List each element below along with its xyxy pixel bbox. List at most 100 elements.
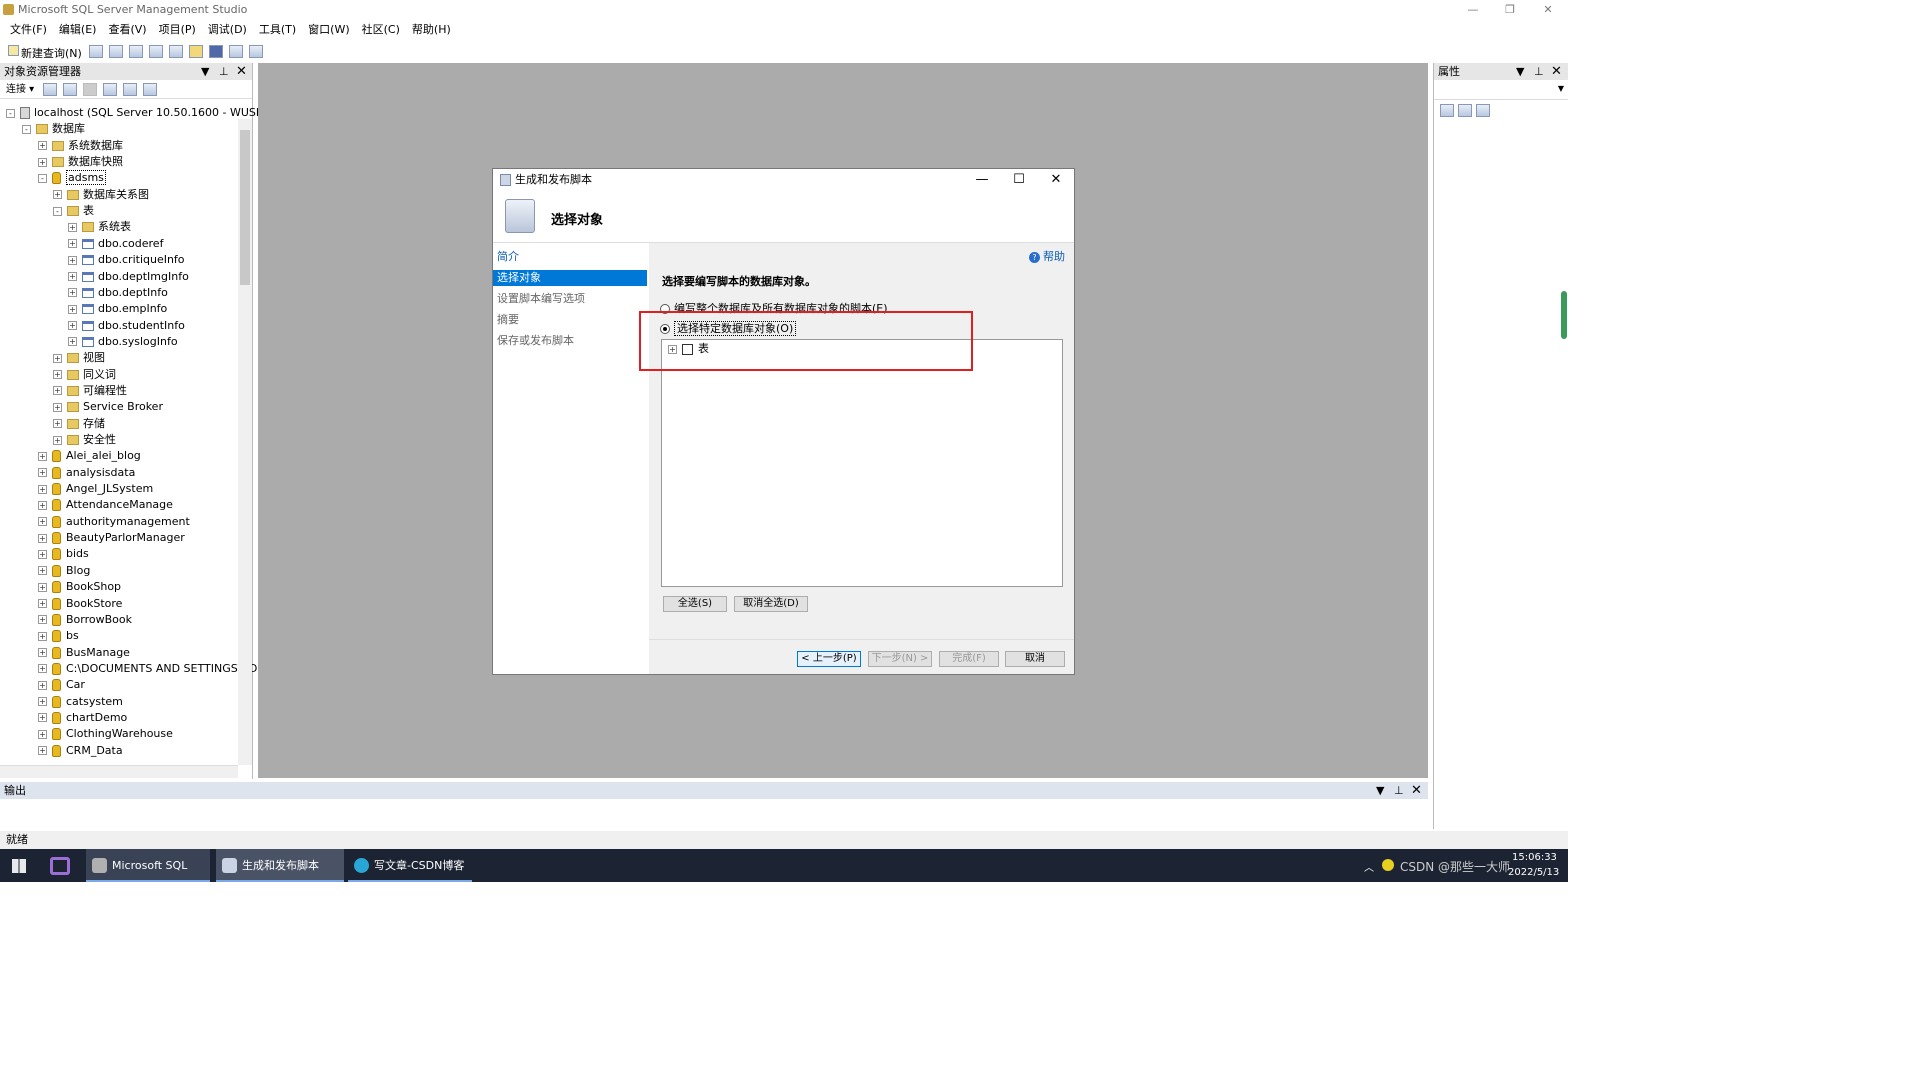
close-panel-icon[interactable]: ✕	[236, 63, 247, 80]
disconnect-icon[interactable]	[63, 83, 78, 96]
cancel-button[interactable]: 取消	[1005, 651, 1065, 667]
tree-folder-item[interactable]: + Service Broker	[53, 399, 163, 415]
tree-database-item[interactable]: + bids	[38, 546, 89, 562]
dropdown-icon[interactable]: ▼	[1376, 782, 1384, 799]
tree-database-item[interactable]: + catsystem	[38, 694, 123, 710]
tree-folder-item[interactable]: + 安全性	[53, 432, 116, 448]
collapse-icon[interactable]: -	[6, 108, 15, 118]
dropdown-icon[interactable]: ▼	[1516, 63, 1524, 80]
expand-icon[interactable]: +	[38, 549, 47, 559]
new-query-button[interactable]: 新建查询(N)	[0, 42, 86, 61]
tree-db-diagrams[interactable]: + 数据库关系图	[53, 187, 149, 203]
connect-button[interactable]: 连接	[6, 84, 26, 95]
nav-select-objects[interactable]: 选择对象	[493, 270, 647, 286]
summary-icon[interactable]	[143, 83, 158, 96]
tree-database-item[interactable]: + Angel_JLSystem	[38, 481, 153, 497]
tree-folder-item[interactable]: + 同义词	[53, 367, 116, 383]
nav-save-script[interactable]: 保存或发布脚本	[493, 333, 647, 349]
nav-summary[interactable]: 摘要	[493, 312, 647, 328]
tree-table-item[interactable]: + dbo.coderef	[68, 236, 163, 252]
tree-database-item[interactable]: + Car	[38, 677, 85, 693]
expand-icon[interactable]: +	[68, 239, 77, 249]
expand-icon[interactable]: +	[38, 141, 47, 151]
expand-icon[interactable]: +	[38, 468, 47, 478]
dialog-maximize-icon[interactable]: ☐	[1001, 169, 1037, 191]
expand-icon[interactable]: +	[38, 517, 47, 527]
tree-database-item[interactable]: + Alei_alei_blog	[38, 448, 141, 464]
tree-table-item[interactable]: + dbo.empInfo	[68, 301, 167, 317]
expand-icon[interactable]: +	[38, 500, 47, 510]
tree-scroll-thumb[interactable]	[240, 130, 250, 285]
activity-monitor-icon[interactable]	[248, 45, 263, 58]
tree-database-item[interactable]: + AttendanceManage	[38, 497, 173, 513]
pin-icon[interactable]: ⊥	[1534, 63, 1544, 80]
expand-icon[interactable]: +	[53, 353, 62, 363]
expand-icon[interactable]: +	[38, 697, 47, 707]
dialog-close-icon[interactable]: ✕	[1038, 169, 1074, 191]
object-tree-list[interactable]: + 表	[661, 339, 1063, 587]
dialog-minimize-icon[interactable]: —	[964, 169, 1000, 191]
tray-app-icon[interactable]	[1382, 859, 1394, 871]
stop-icon[interactable]	[83, 83, 98, 96]
tree-table-item[interactable]: + dbo.deptInfo	[68, 285, 168, 301]
tree-database-item[interactable]: + ClothingWarehouse	[38, 726, 173, 742]
tree-table-item[interactable]: + dbo.critiqueInfo	[68, 252, 185, 268]
tree-database-item[interactable]: + Blog	[38, 563, 90, 579]
expand-icon[interactable]: +	[38, 484, 47, 494]
open-folder-icon[interactable]	[188, 45, 203, 58]
expand-icon[interactable]: +	[38, 615, 47, 625]
tree-system-databases[interactable]: + 系统数据库	[38, 138, 123, 154]
mdx-query-icon[interactable]	[148, 45, 163, 58]
expand-icon[interactable]: +	[68, 321, 77, 331]
tree-database-item[interactable]: + BeautyParlorManager	[38, 530, 185, 546]
tree-db-snapshots[interactable]: + 数据库快照	[38, 154, 123, 170]
save-icon[interactable]	[208, 45, 223, 58]
tree-database-item[interactable]: + authoritymanagement	[38, 514, 190, 530]
tree-database-item[interactable]: + CRM_Data	[38, 743, 123, 759]
tree-database-item[interactable]: + analysisdata	[38, 465, 135, 481]
expand-icon[interactable]: +	[38, 648, 47, 658]
menu-debug[interactable]: 调试(D)	[202, 20, 253, 40]
expand-icon[interactable]: +	[38, 713, 47, 723]
expand-icon[interactable]: +	[38, 451, 47, 461]
expand-icon[interactable]: +	[38, 746, 47, 756]
tree-database-item[interactable]: + BookStore	[38, 596, 122, 612]
expand-icon[interactable]: +	[68, 272, 77, 281]
tree-table-item[interactable]: + dbo.studentInfo	[68, 318, 185, 334]
analysis-query-icon[interactable]	[128, 45, 143, 58]
finish-button[interactable]: 完成(F)	[939, 651, 999, 667]
windows-start-icon[interactable]	[12, 859, 26, 873]
expand-icon[interactable]: +	[53, 435, 62, 445]
tree-table-item[interactable]: + dbo.syslogInfo	[68, 334, 178, 350]
close-panel-icon[interactable]: ✕	[1411, 782, 1422, 799]
deselect-all-button[interactable]: 取消全选(D)	[734, 596, 808, 612]
collapse-icon[interactable]: -	[53, 206, 62, 216]
tree-folder-item[interactable]: + 存储	[53, 416, 105, 432]
expand-icon[interactable]: +	[38, 680, 47, 690]
refresh-icon[interactable]	[123, 83, 138, 96]
tree-database-item[interactable]: + C:\DOCUMENTS AND SETTINGS\AD	[38, 661, 257, 677]
tree-databases[interactable]: - 数据库	[22, 121, 85, 137]
close-panel-icon[interactable]: ✕	[1551, 63, 1562, 80]
tree-horizontal-scrollbar[interactable]	[0, 765, 238, 778]
pin-icon[interactable]: ⊥	[219, 63, 229, 80]
connect-object-icon[interactable]	[43, 83, 58, 96]
menu-view[interactable]: 查看(V)	[102, 20, 152, 40]
expand-icon[interactable]: +	[38, 729, 47, 739]
expand-icon[interactable]: +	[68, 288, 77, 298]
tree-tables[interactable]: -表	[53, 203, 94, 219]
tree-database-item[interactable]: + chartDemo	[38, 710, 127, 726]
taskbar-item-ssms[interactable]: Microsoft SQL Se...	[86, 849, 210, 905]
help-link[interactable]: ? 帮助	[1029, 248, 1065, 264]
tree-server[interactable]: - localhost (SQL Server 10.50.1600 - WUSH…	[6, 105, 270, 121]
tree-db-adsms[interactable]: - adsms	[38, 170, 106, 186]
expand-icon[interactable]: +	[68, 304, 77, 314]
next-button[interactable]: 下一步(N) >	[868, 651, 932, 667]
minimize-icon[interactable]: —	[1455, 0, 1491, 19]
dropdown-icon[interactable]: ▼	[201, 63, 209, 80]
collapse-icon[interactable]: -	[22, 124, 31, 134]
expand-icon[interactable]: +	[38, 631, 47, 641]
taskbar-item-edge[interactable]: 写文章-CSDN博客 ...	[348, 849, 472, 905]
menu-window[interactable]: 窗口(W)	[302, 20, 355, 40]
expand-icon[interactable]: +	[38, 664, 47, 674]
